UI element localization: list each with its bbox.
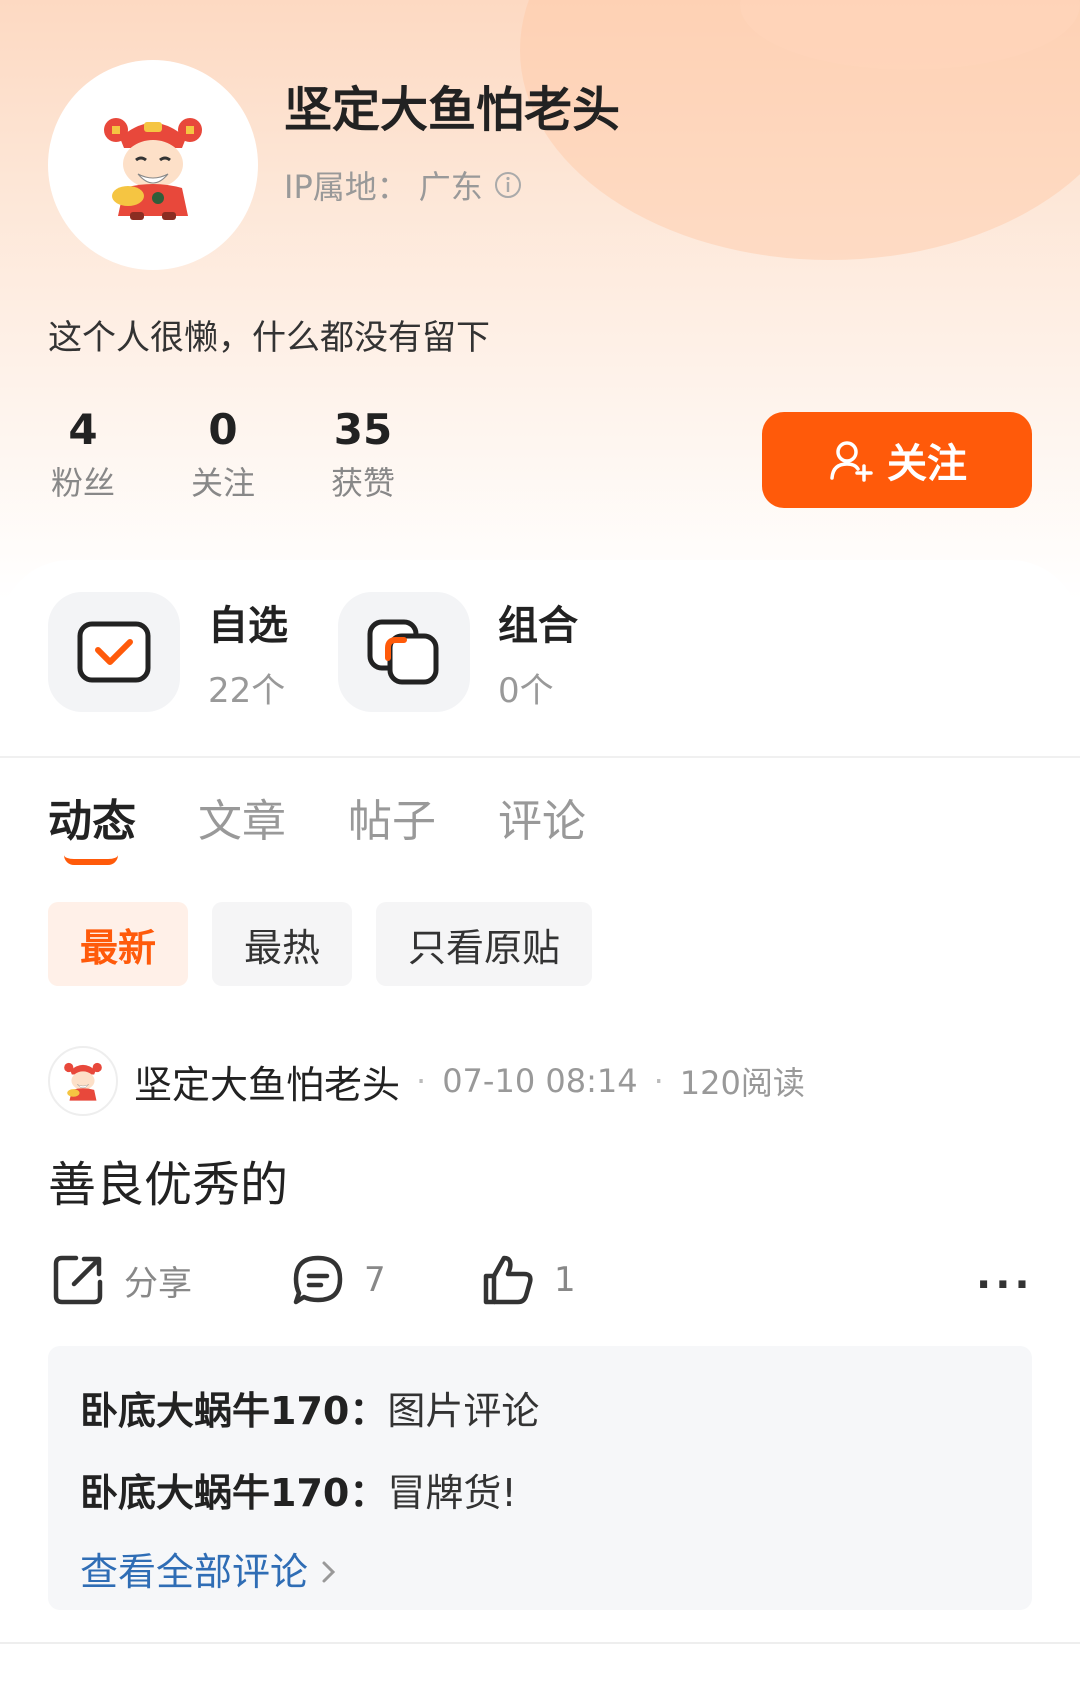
- filter-latest[interactable]: 最新: [48, 902, 189, 986]
- profile-bio: 这个人很懒，什么都没有留下: [48, 318, 490, 358]
- share-icon: [53, 1255, 103, 1305]
- avatar-god-of-wealth-icon: [64, 1062, 102, 1101]
- view-all-label: 查看全部评论: [80, 1550, 309, 1594]
- tab-dynamic[interactable]: 动态: [48, 785, 136, 865]
- comment-user[interactable]: 卧底大蜗牛170：: [80, 1370, 387, 1452]
- stat-following[interactable]: 0 关注: [188, 405, 258, 504]
- separator-dot: ·: [416, 1062, 427, 1100]
- post-time: 07-10 08:14: [442, 1062, 638, 1100]
- post-author[interactable]: 坚定大鱼怕老头: [134, 1054, 400, 1109]
- stat-likes[interactable]: 35 获赞: [328, 405, 398, 504]
- comments-preview[interactable]: 卧底大蜗牛170： 图片评论 卧底大蜗牛170： 冒牌货! 查看全部评论: [48, 1346, 1032, 1610]
- ip-label: IP属地：: [284, 168, 409, 206]
- comment-count: 7: [364, 1260, 386, 1300]
- chevron-right-icon: [322, 1561, 336, 1583]
- share-button[interactable]: 分享: [50, 1252, 290, 1308]
- like-count: 1: [554, 1260, 576, 1300]
- tab-bar: 动态 文章 帖子 评论: [48, 785, 586, 865]
- filter-hot[interactable]: 最热: [212, 902, 353, 986]
- comment-icon: [293, 1255, 343, 1305]
- quick-count: 0个: [498, 670, 554, 711]
- post-header: 坚定大鱼怕老头 · 07-10 08:14 · 120阅读: [48, 1046, 805, 1116]
- comment-text: 图片评论: [387, 1389, 540, 1433]
- checkbox-icon: [48, 592, 180, 712]
- share-label: 分享: [124, 1263, 192, 1304]
- tab-posts[interactable]: 帖子: [348, 785, 436, 849]
- stat-fans[interactable]: 4 粉丝: [48, 405, 118, 504]
- filter-original-only[interactable]: 只看原贴: [376, 902, 593, 986]
- stat-label: 粉丝: [50, 464, 115, 502]
- divider: [0, 1642, 1080, 1644]
- view-all-comments-link[interactable]: 查看全部评论: [80, 1534, 1000, 1610]
- stat-value: 0: [208, 405, 238, 454]
- stat-value: 4: [68, 405, 98, 454]
- post-reads: 120阅读: [679, 1064, 805, 1102]
- thumbs-up-icon: [483, 1255, 533, 1305]
- quick-count: 22个: [208, 670, 286, 711]
- stat-label: 获赞: [330, 464, 395, 502]
- more-options-icon[interactable]: ···: [976, 1262, 1034, 1308]
- tab-label: 文章: [198, 796, 286, 847]
- post-actions: 分享 7 1: [50, 1252, 576, 1308]
- tab-label: 帖子: [348, 796, 436, 847]
- profile-stats: 4 粉丝 0 关注 35 获赞: [48, 405, 398, 504]
- ip-value: 广东: [418, 168, 483, 206]
- comment-user[interactable]: 卧底大蜗牛170：: [80, 1452, 387, 1534]
- like-button[interactable]: 1: [480, 1252, 576, 1308]
- active-tab-indicator: [64, 855, 118, 865]
- tab-label: 动态: [48, 796, 136, 847]
- comment-button[interactable]: 7: [290, 1252, 480, 1308]
- comment-text: 冒牌货!: [387, 1471, 517, 1515]
- portfolio-entry[interactable]: 组合 0个: [338, 592, 578, 712]
- portfolio-icon: [338, 592, 470, 712]
- avatar-god-of-wealth-icon: [104, 118, 202, 220]
- filter-chips: 最新 最热 只看原贴: [48, 902, 593, 986]
- divider: [0, 756, 1080, 758]
- tab-comments[interactable]: 评论: [498, 785, 586, 849]
- tab-label: 评论: [498, 796, 586, 847]
- quick-title: 组合: [498, 602, 578, 649]
- watchlist-entry[interactable]: 自选 22个: [48, 592, 288, 712]
- quick-entries: 自选 22个 组合 0个: [48, 592, 578, 712]
- quick-title: 自选: [208, 602, 288, 649]
- profile-name: 坚定大鱼怕老头: [284, 82, 621, 138]
- stat-label: 关注: [190, 464, 255, 502]
- comment-item: 卧底大蜗牛170： 冒牌货!: [80, 1452, 1000, 1534]
- separator-dot: ·: [653, 1062, 664, 1100]
- add-user-icon: [830, 441, 873, 482]
- info-icon[interactable]: [493, 170, 523, 200]
- post-content[interactable]: 善良优秀的: [48, 1145, 288, 1215]
- follow-label: 关注: [887, 441, 967, 487]
- tab-articles[interactable]: 文章: [198, 785, 286, 849]
- stat-value: 35: [333, 405, 393, 454]
- profile-avatar[interactable]: [48, 60, 258, 270]
- comment-item: 卧底大蜗牛170： 图片评论: [80, 1370, 1000, 1452]
- follow-button[interactable]: 关注: [762, 412, 1032, 508]
- ip-location: IP属地： 广东: [284, 162, 523, 208]
- avatar[interactable]: [48, 1046, 118, 1116]
